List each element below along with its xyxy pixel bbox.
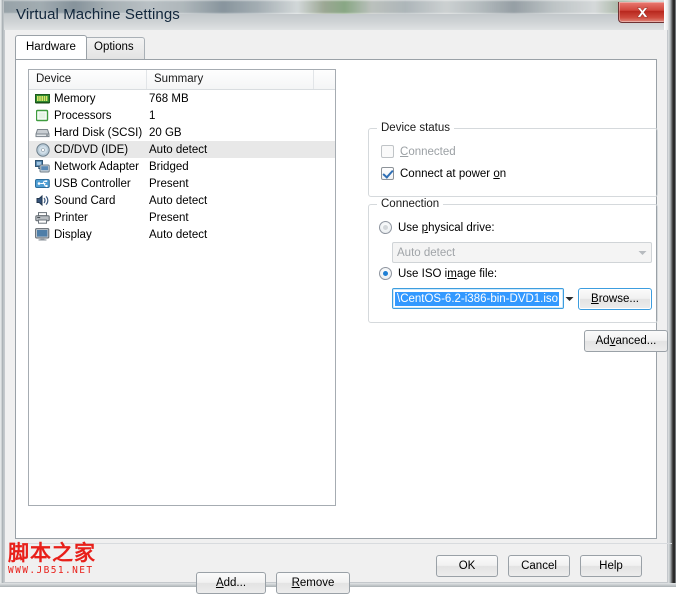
device-status-group: Device status Connected Connect at power… — [368, 122, 658, 197]
device-summary: Present — [149, 211, 189, 224]
column-header-spacer[interactable] — [314, 70, 335, 89]
connect-at-power-on-label: Connect at power on — [400, 167, 507, 180]
table-row[interactable]: Processors 1 — [29, 107, 335, 124]
connected-checkbox — [381, 145, 394, 158]
footer-divider — [10, 543, 672, 544]
add-button[interactable]: Add... — [196, 572, 266, 594]
table-row[interactable]: Sound Card Auto detect — [29, 192, 335, 209]
hardware-tab-panel: Device Summary Memory 768 MB Processors … — [15, 59, 668, 594]
memory-icon — [34, 91, 51, 106]
help-button-label: Help — [599, 560, 623, 572]
device-summary: 1 — [149, 109, 156, 122]
printer-icon — [34, 210, 51, 225]
column-header-summary[interactable]: Summary — [147, 70, 314, 89]
close-button[interactable] — [618, 2, 667, 23]
connected-label: Connected — [400, 145, 456, 158]
close-icon — [636, 7, 649, 17]
table-row[interactable]: Display Auto detect — [29, 226, 335, 243]
use-physical-drive-label: Use physical drive: — [398, 221, 495, 234]
ok-button[interactable]: OK — [436, 555, 498, 577]
cd-dvd-icon — [34, 142, 51, 157]
device-summary: Auto detect — [149, 194, 208, 207]
device-status-legend: Device status — [377, 122, 455, 134]
device-name: Memory — [54, 92, 96, 105]
use-physical-drive-radio-row[interactable]: Use physical drive: — [379, 221, 495, 234]
device-name: USB Controller — [54, 177, 131, 190]
device-name: CD/DVD (IDE) — [54, 143, 129, 156]
connect-at-power-on-checkbox-row[interactable]: Connect at power on — [381, 167, 506, 180]
chevron-down-icon — [632, 243, 651, 262]
sound-card-icon — [34, 193, 51, 208]
table-row[interactable]: Printer Present — [29, 209, 335, 226]
display-icon — [34, 227, 51, 242]
network-adapter-icon — [34, 159, 51, 174]
use-iso-image-file-radio[interactable] — [379, 267, 392, 280]
window-body: Hardware Options Device Summary Memory 7… — [4, 30, 672, 594]
cancel-button-label: Cancel — [521, 560, 557, 572]
device-summary: 20 GB — [149, 126, 182, 139]
device-summary: 768 MB — [149, 92, 189, 105]
device-name: Display — [54, 228, 92, 241]
connect-at-power-on-checkbox[interactable] — [381, 167, 394, 180]
remove-button[interactable]: Remove — [276, 572, 350, 594]
table-row[interactable]: Hard Disk (SCSI) 20 GB — [29, 124, 335, 141]
table-row[interactable]: Network Adapter Bridged — [29, 158, 335, 175]
device-name: Hard Disk (SCSI) — [54, 126, 143, 139]
hard-disk-icon — [34, 125, 51, 140]
chevron-down-icon[interactable] — [559, 289, 578, 308]
device-list-body: Memory 768 MB Processors 1 Hard Disk (SC… — [29, 90, 335, 243]
device-name: Processors — [54, 109, 112, 122]
browse-button-label: Browse... — [591, 293, 639, 305]
tab-options[interactable]: Options — [83, 37, 145, 59]
tab-hardware[interactable]: Hardware — [15, 35, 87, 59]
physical-drive-combobox: Auto detect — [392, 242, 652, 263]
cancel-button[interactable]: Cancel — [508, 555, 570, 577]
connection-legend: Connection — [377, 198, 444, 210]
advanced-button-label: Advanced... — [595, 335, 657, 347]
table-row[interactable]: Memory 768 MB — [29, 90, 335, 107]
remove-button-label: Remove — [291, 577, 335, 589]
iso-path-value[interactable]: \CentOS-6.2-i386-bin-DVD1.iso — [395, 291, 560, 306]
table-row[interactable]: CD/DVD (IDE) Auto detect — [29, 141, 335, 158]
window-title: Virtual Machine Settings — [16, 6, 180, 23]
virtual-machine-settings-window: Virtual Machine Settings Hardware Option… — [0, 0, 676, 594]
device-summary: Bridged — [149, 160, 189, 173]
device-name: Printer — [54, 211, 88, 224]
device-summary: Auto detect — [149, 143, 208, 156]
connected-checkbox-row: Connected — [381, 145, 456, 158]
add-button-label: Add... — [215, 577, 247, 589]
help-button[interactable]: Help — [580, 555, 642, 577]
tab-hardware-label: Hardware — [26, 41, 76, 53]
iso-path-combobox[interactable]: \CentOS-6.2-i386-bin-DVD1.iso — [392, 288, 574, 309]
use-iso-image-file-label: Use ISO image file: — [398, 267, 498, 280]
column-header-device[interactable]: Device — [29, 70, 147, 89]
browse-button[interactable]: Browse... — [578, 288, 652, 310]
device-name: Sound Card — [54, 194, 116, 207]
physical-drive-value: Auto detect — [397, 246, 456, 259]
use-iso-image-file-radio-row[interactable]: Use ISO image file: — [379, 267, 497, 280]
advanced-button[interactable]: Advanced... — [584, 330, 668, 352]
device-name: Network Adapter — [54, 160, 140, 173]
table-row[interactable]: USB Controller Present — [29, 175, 335, 192]
usb-controller-icon — [34, 176, 51, 191]
window-edge-right — [668, 0, 676, 587]
device-list-header: Device Summary — [29, 70, 335, 90]
device-summary: Present — [149, 177, 189, 190]
device-list[interactable]: Device Summary Memory 768 MB Processors … — [28, 69, 336, 506]
device-summary: Auto detect — [149, 228, 208, 241]
use-physical-drive-radio[interactable] — [379, 221, 392, 234]
ok-button-label: OK — [458, 560, 476, 572]
tab-options-label: Options — [94, 41, 134, 53]
processor-icon — [34, 108, 51, 123]
